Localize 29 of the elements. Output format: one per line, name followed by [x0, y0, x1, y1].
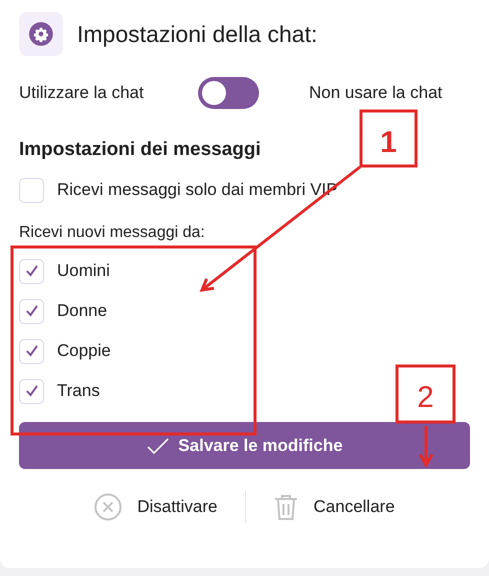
checkbox-label: Coppie: [57, 341, 111, 361]
toggle-label: Non usare la chat: [309, 83, 442, 103]
delete-button[interactable]: Cancellare: [262, 493, 405, 521]
check-icon: [146, 436, 170, 454]
deactivate-button[interactable]: Disattivare: [84, 493, 228, 521]
chat-toggle[interactable]: [198, 77, 259, 109]
callout-marker: 2: [396, 364, 456, 424]
check-icon: [24, 343, 40, 359]
settings-title: Impostazioni della chat:: [77, 20, 318, 48]
checkbox[interactable]: [19, 178, 44, 202]
checkbox[interactable]: [19, 378, 44, 404]
settings-icon: [19, 12, 63, 56]
checkbox-label: Donne: [57, 301, 108, 321]
receive-label: Ricevi nuovi messaggi da:: [19, 224, 206, 243]
save-button[interactable]: Salvare le modifiche: [19, 422, 470, 469]
checkbox[interactable]: [19, 338, 44, 364]
toggle-label: Utilizzare la chat: [19, 83, 145, 103]
check-icon: [24, 383, 40, 399]
checkbox-label: Uomini: [57, 261, 110, 281]
callout-marker: 1: [360, 110, 418, 168]
section-title: Impostazioni dei messaggi: [19, 139, 261, 161]
callout-arrow: [418, 426, 434, 466]
trash-icon: [272, 493, 299, 521]
close-icon: [94, 493, 122, 521]
checkbox[interactable]: [19, 258, 44, 284]
checkbox[interactable]: [19, 298, 44, 324]
check-icon: [24, 303, 40, 319]
check-icon: [24, 263, 40, 279]
checkbox-label: Trans: [57, 381, 100, 401]
